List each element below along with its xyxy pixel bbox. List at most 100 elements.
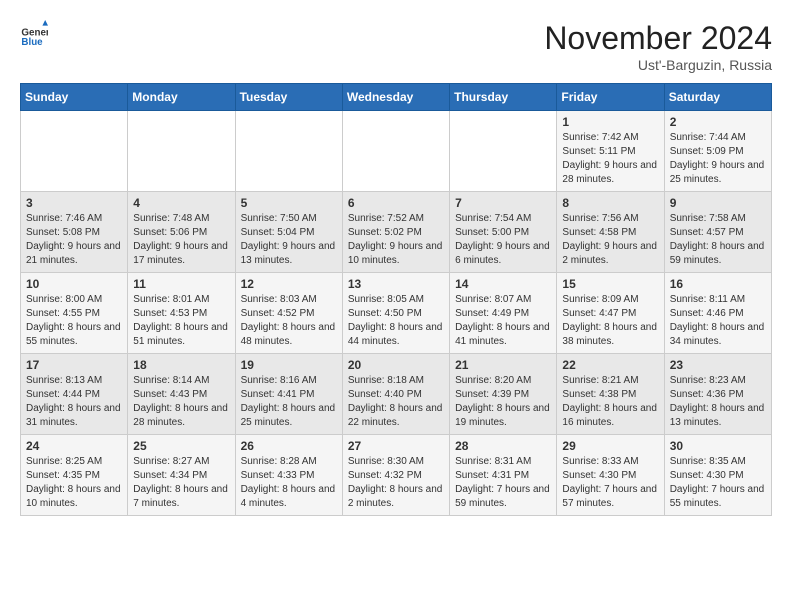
calendar-cell: 17 Sunrise: 8:13 AM Sunset: 4:44 PM Dayli… bbox=[21, 354, 128, 435]
calendar-cell: 29 Sunrise: 8:33 AM Sunset: 4:30 PM Dayli… bbox=[557, 435, 664, 516]
calendar-cell: 3 Sunrise: 7:46 AM Sunset: 5:08 PM Daylig… bbox=[21, 192, 128, 273]
day-info: Sunrise: 8:28 AM Sunset: 4:33 PM Dayligh… bbox=[241, 455, 337, 511]
day-info: Sunrise: 7:46 AM Sunset: 5:08 PM Dayligh… bbox=[26, 212, 122, 268]
day-info: Sunrise: 7:58 AM Sunset: 4:57 PM Dayligh… bbox=[670, 212, 766, 268]
day-number: 21 bbox=[455, 358, 551, 372]
calendar-week-row: 24Sunrise: 8:25 AM Sunset: 4:35 PM Dayli… bbox=[21, 435, 772, 516]
day-number: 26 bbox=[241, 439, 337, 453]
calendar-cell bbox=[450, 111, 557, 192]
calendar-cell: 1Sunrise: 7:42 AM Sunset: 5:11 PM Daylig… bbox=[557, 111, 664, 192]
day-number: 10 bbox=[26, 277, 122, 291]
calendar-cell: 18 Sunrise: 8:14 AM Sunset: 4:43 PM Dayli… bbox=[128, 354, 235, 435]
calendar-table: SundayMondayTuesdayWednesdayThursdayFrid… bbox=[20, 83, 772, 516]
calendar-cell: 16Sunrise: 8:11 AM Sunset: 4:46 PM Dayli… bbox=[664, 273, 771, 354]
day-number: 23 bbox=[670, 358, 766, 372]
day-info: Sunrise: 8:20 AM Sunset: 4:39 PM Dayligh… bbox=[455, 374, 551, 430]
day-info: Sunrise: 8:13 AM Sunset: 4:44 PM Dayligh… bbox=[26, 374, 122, 430]
calendar-cell: 26 Sunrise: 8:28 AM Sunset: 4:33 PM Dayli… bbox=[235, 435, 342, 516]
day-number: 25 bbox=[133, 439, 229, 453]
calendar-cell: 23Sunrise: 8:23 AM Sunset: 4:36 PM Dayli… bbox=[664, 354, 771, 435]
day-info: Sunrise: 7:44 AM Sunset: 5:09 PM Dayligh… bbox=[670, 131, 766, 187]
calendar-cell: 10 Sunrise: 8:00 AM Sunset: 4:55 PM Dayli… bbox=[21, 273, 128, 354]
day-info: Sunrise: 8:01 AM Sunset: 4:53 PM Dayligh… bbox=[133, 293, 229, 349]
day-info: Sunrise: 8:16 AM Sunset: 4:41 PM Dayligh… bbox=[241, 374, 337, 430]
day-number: 19 bbox=[241, 358, 337, 372]
calendar-cell: 30 Sunrise: 8:35 AM Sunset: 4:30 PM Dayli… bbox=[664, 435, 771, 516]
calendar-cell: 25 Sunrise: 8:27 AM Sunset: 4:34 PM Dayli… bbox=[128, 435, 235, 516]
title-block: November 2024 Ust'-Barguzin, Russia bbox=[544, 20, 772, 73]
calendar-cell: 7 Sunrise: 7:54 AM Sunset: 5:00 PM Daylig… bbox=[450, 192, 557, 273]
calendar-cell: 19 Sunrise: 8:16 AM Sunset: 4:41 PM Dayli… bbox=[235, 354, 342, 435]
day-info: Sunrise: 7:54 AM Sunset: 5:00 PM Dayligh… bbox=[455, 212, 551, 268]
calendar-cell: 11 Sunrise: 8:01 AM Sunset: 4:53 PM Dayli… bbox=[128, 273, 235, 354]
day-number: 1 bbox=[562, 115, 658, 129]
calendar-cell bbox=[235, 111, 342, 192]
calendar-cell: 15Sunrise: 8:09 AM Sunset: 4:47 PM Dayli… bbox=[557, 273, 664, 354]
day-number: 16 bbox=[670, 277, 766, 291]
calendar-cell: 13 Sunrise: 8:05 AM Sunset: 4:50 PM Dayli… bbox=[342, 273, 449, 354]
calendar-cell: 21 Sunrise: 8:20 AM Sunset: 4:39 PM Dayli… bbox=[450, 354, 557, 435]
day-number: 7 bbox=[455, 196, 551, 210]
weekday-header-wednesday: Wednesday bbox=[342, 84, 449, 111]
day-info: Sunrise: 8:30 AM Sunset: 4:32 PM Dayligh… bbox=[348, 455, 444, 511]
calendar-cell: 14Sunrise: 8:07 AM Sunset: 4:49 PM Dayli… bbox=[450, 273, 557, 354]
calendar-cell: 12 Sunrise: 8:03 AM Sunset: 4:52 PM Dayli… bbox=[235, 273, 342, 354]
day-info: Sunrise: 8:25 AM Sunset: 4:35 PM Dayligh… bbox=[26, 455, 122, 511]
day-info: Sunrise: 7:48 AM Sunset: 5:06 PM Dayligh… bbox=[133, 212, 229, 268]
day-info: Sunrise: 8:31 AM Sunset: 4:31 PM Dayligh… bbox=[455, 455, 551, 511]
day-info: Sunrise: 7:52 AM Sunset: 5:02 PM Dayligh… bbox=[348, 212, 444, 268]
weekday-header-tuesday: Tuesday bbox=[235, 84, 342, 111]
logo-icon: General Blue bbox=[20, 20, 48, 48]
day-info: Sunrise: 7:56 AM Sunset: 4:58 PM Dayligh… bbox=[562, 212, 658, 268]
day-number: 29 bbox=[562, 439, 658, 453]
day-info: Sunrise: 8:03 AM Sunset: 4:52 PM Dayligh… bbox=[241, 293, 337, 349]
calendar-cell: 27 Sunrise: 8:30 AM Sunset: 4:32 PM Dayli… bbox=[342, 435, 449, 516]
calendar-cell: 20 Sunrise: 8:18 AM Sunset: 4:40 PM Dayli… bbox=[342, 354, 449, 435]
day-info: Sunrise: 8:21 AM Sunset: 4:38 PM Dayligh… bbox=[562, 374, 658, 430]
day-number: 20 bbox=[348, 358, 444, 372]
day-number: 11 bbox=[133, 277, 229, 291]
day-number: 30 bbox=[670, 439, 766, 453]
day-number: 14 bbox=[455, 277, 551, 291]
day-number: 8 bbox=[562, 196, 658, 210]
calendar-cell: 9Sunrise: 7:58 AM Sunset: 4:57 PM Daylig… bbox=[664, 192, 771, 273]
calendar-cell: 4Sunrise: 7:48 AM Sunset: 5:06 PM Daylig… bbox=[128, 192, 235, 273]
day-number: 18 bbox=[133, 358, 229, 372]
calendar-cell bbox=[128, 111, 235, 192]
day-number: 2 bbox=[670, 115, 766, 129]
day-info: Sunrise: 7:50 AM Sunset: 5:04 PM Dayligh… bbox=[241, 212, 337, 268]
day-number: 6 bbox=[348, 196, 444, 210]
calendar-week-row: 3 Sunrise: 7:46 AM Sunset: 5:08 PM Daylig… bbox=[21, 192, 772, 273]
day-info: Sunrise: 8:05 AM Sunset: 4:50 PM Dayligh… bbox=[348, 293, 444, 349]
day-number: 15 bbox=[562, 277, 658, 291]
day-info: Sunrise: 8:35 AM Sunset: 4:30 PM Dayligh… bbox=[670, 455, 766, 511]
svg-text:Blue: Blue bbox=[21, 37, 43, 48]
location: Ust'-Barguzin, Russia bbox=[544, 57, 772, 73]
day-number: 27 bbox=[348, 439, 444, 453]
calendar-week-row: 10 Sunrise: 8:00 AM Sunset: 4:55 PM Dayli… bbox=[21, 273, 772, 354]
calendar-week-row: 1Sunrise: 7:42 AM Sunset: 5:11 PM Daylig… bbox=[21, 111, 772, 192]
calendar-week-row: 17 Sunrise: 8:13 AM Sunset: 4:44 PM Dayli… bbox=[21, 354, 772, 435]
day-number: 17 bbox=[26, 358, 122, 372]
month-title: November 2024 bbox=[544, 20, 772, 57]
day-info: Sunrise: 8:18 AM Sunset: 4:40 PM Dayligh… bbox=[348, 374, 444, 430]
day-info: Sunrise: 8:14 AM Sunset: 4:43 PM Dayligh… bbox=[133, 374, 229, 430]
day-number: 5 bbox=[241, 196, 337, 210]
page-header: General Blue November 2024 Ust'-Barguzin… bbox=[20, 20, 772, 73]
weekday-header-sunday: Sunday bbox=[21, 84, 128, 111]
day-number: 22 bbox=[562, 358, 658, 372]
calendar-cell: 2 Sunrise: 7:44 AM Sunset: 5:09 PM Daylig… bbox=[664, 111, 771, 192]
day-number: 13 bbox=[348, 277, 444, 291]
day-info: Sunrise: 8:27 AM Sunset: 4:34 PM Dayligh… bbox=[133, 455, 229, 511]
day-number: 3 bbox=[26, 196, 122, 210]
calendar-cell: 22 Sunrise: 8:21 AM Sunset: 4:38 PM Dayli… bbox=[557, 354, 664, 435]
day-info: Sunrise: 8:33 AM Sunset: 4:30 PM Dayligh… bbox=[562, 455, 658, 511]
calendar-cell bbox=[342, 111, 449, 192]
calendar-cell: 5 Sunrise: 7:50 AM Sunset: 5:04 PM Daylig… bbox=[235, 192, 342, 273]
day-number: 12 bbox=[241, 277, 337, 291]
logo: General Blue bbox=[20, 20, 48, 48]
day-info: Sunrise: 8:00 AM Sunset: 4:55 PM Dayligh… bbox=[26, 293, 122, 349]
weekday-header-row: SundayMondayTuesdayWednesdayThursdayFrid… bbox=[21, 84, 772, 111]
calendar-cell: 28Sunrise: 8:31 AM Sunset: 4:31 PM Dayli… bbox=[450, 435, 557, 516]
calendar-cell: 8 Sunrise: 7:56 AM Sunset: 4:58 PM Daylig… bbox=[557, 192, 664, 273]
